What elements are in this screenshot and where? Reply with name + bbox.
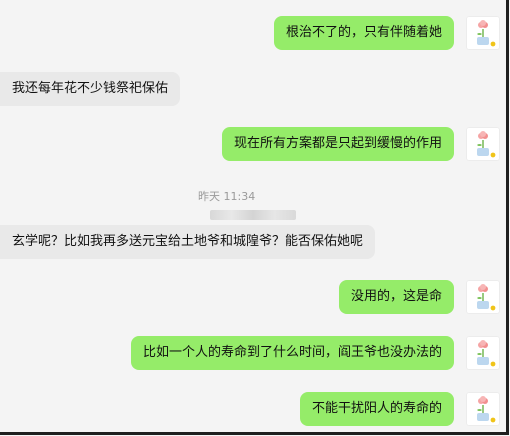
message-bubble-outgoing[interactable]: 没用的，这是命 <box>338 280 454 314</box>
message-bubble-outgoing[interactable]: 不能干扰阳人的寿命的 <box>299 392 454 426</box>
flower-pot-icon <box>477 284 496 311</box>
flower-pot-avatar-icon[interactable] <box>466 336 500 370</box>
message-timestamp: 昨天 11:34 <box>198 190 256 203</box>
chat-window: 根治不了的，只有伴随着她 我还每年花不少钱祭祀保佑 现在所有方案都是只起到缓慢的… <box>0 0 509 435</box>
message-bubble-outgoing[interactable]: 现在所有方案都是只起到缓慢的作用 <box>221 127 454 161</box>
message-bubble-outgoing[interactable]: 比如一个人的寿命到了什么时间，阎王爷也没办法的 <box>130 336 454 370</box>
message-bubble-incoming[interactable]: 玄学呢？比如我再多送元宝给土地爷和城隍爷？能否保佑她呢 <box>0 225 376 259</box>
flower-pot-avatar-icon[interactable] <box>466 392 500 426</box>
flower-pot-icon <box>477 20 496 47</box>
flower-pot-avatar-icon[interactable] <box>466 127 500 161</box>
flower-pot-icon <box>477 340 496 367</box>
flower-pot-avatar-icon[interactable] <box>466 16 500 50</box>
flower-pot-icon <box>477 396 496 423</box>
flower-pot-avatar-icon[interactable] <box>466 280 500 314</box>
flower-pot-icon <box>477 131 496 158</box>
message-bubble-incoming[interactable]: 我还每年花不少钱祭祀保佑 <box>0 72 181 106</box>
message-bubble-outgoing[interactable]: 根治不了的，只有伴随着她 <box>273 16 454 50</box>
redacted-text <box>210 210 296 220</box>
